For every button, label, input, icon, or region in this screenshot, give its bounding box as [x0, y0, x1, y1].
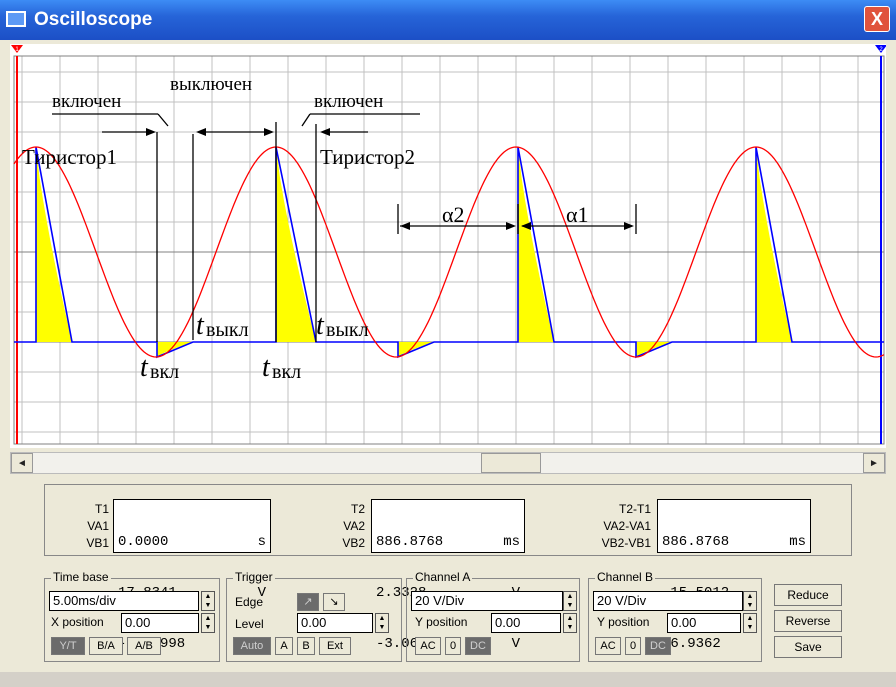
- title-bar[interactable]: Oscilloscope X: [0, 0, 896, 40]
- measure-labels-3: T2-T1 VA2-VA1 VB2-VB1: [565, 501, 651, 552]
- scope-plot: 1 2 включен выключен включен Тиристор1 Т…: [10, 44, 886, 448]
- label-alpha1: α1: [566, 202, 589, 227]
- channel-b-ypos-input[interactable]: 0.00: [667, 613, 741, 633]
- close-button[interactable]: X: [864, 6, 890, 32]
- channel-a-title: Channel A: [413, 570, 473, 584]
- label-on1: включен: [52, 91, 121, 112]
- edge-label: Edge: [235, 595, 264, 609]
- window-title: Oscilloscope: [34, 9, 153, 30]
- label-off: выключен: [170, 74, 252, 95]
- reverse-button[interactable]: Reverse: [774, 610, 842, 632]
- scope-background: [10, 44, 886, 448]
- trigger-group: Trigger Edge ↗ ↘ Level 0.00 ▲ ▼ Auto A B …: [226, 570, 402, 662]
- window-icon: [6, 11, 26, 27]
- label-vb2-vb1: VB2-VB1: [601, 536, 651, 550]
- label-ton1-t: t: [140, 352, 149, 383]
- label-on2: включен: [314, 91, 383, 112]
- channel-a-scale-select[interactable]: 20 V/Div: [411, 591, 563, 611]
- label-t1: T1: [94, 502, 109, 516]
- channel-a-ypos-label: Y position: [415, 615, 468, 629]
- xposition-label: X position: [51, 615, 104, 629]
- trigger-a-button[interactable]: A: [275, 637, 293, 655]
- falling-edge-icon[interactable]: ↘: [323, 593, 345, 611]
- trigger-ext-button[interactable]: Ext: [319, 637, 351, 655]
- save-button[interactable]: Save: [774, 636, 842, 658]
- timebase-title: Time base: [51, 570, 111, 584]
- reduce-button[interactable]: Reduce: [774, 584, 842, 606]
- channel-b-dc-button[interactable]: DC: [645, 637, 671, 655]
- channel-b-title: Channel B: [595, 570, 656, 584]
- level-label: Level: [235, 617, 264, 631]
- label-t2: T2: [350, 502, 365, 516]
- channel-b-scale-select[interactable]: 20 V/Div: [593, 591, 743, 611]
- timebase-group: Time base 5.00ms/div ▲ ▼ X position 0.00 …: [44, 570, 220, 662]
- measure-values-2: 886.8768ms 2.3328V -3.0637V: [371, 499, 525, 652]
- scope-display: 1 2 включен выключен включен Тиристор1 Т…: [10, 44, 886, 448]
- scroll-right-arrow-icon[interactable]: ►: [863, 453, 885, 473]
- level-spinner-icon[interactable]: ▲ ▼: [375, 613, 389, 633]
- label-va1: VA1: [87, 519, 109, 533]
- trigger-auto-button[interactable]: Auto: [233, 637, 271, 655]
- channel-a-ac-button[interactable]: AC: [415, 637, 441, 655]
- label-t2-t1: T2-T1: [618, 502, 651, 516]
- label-alpha2: α2: [442, 202, 465, 227]
- trigger-title: Trigger: [233, 570, 275, 584]
- channel-a-scale-spinner-icon[interactable]: ▲ ▼: [563, 591, 577, 611]
- scroll-thumb[interactable]: [481, 453, 541, 473]
- timebase-spinner-icon[interactable]: ▲ ▼: [201, 591, 215, 611]
- mode-yt-button[interactable]: Y/T: [51, 637, 85, 655]
- label-toff2-t: t: [316, 310, 325, 341]
- channel-b-scale-spinner-icon[interactable]: ▲ ▼: [743, 591, 757, 611]
- measurement-panel: T1 VA1 VB1 0.0000s 17.8341V -29.9998V T2…: [44, 484, 852, 652]
- xposition-spinner-icon[interactable]: ▲ ▼: [201, 613, 215, 633]
- label-toff2-sub: выкл: [326, 319, 369, 341]
- channel-b-group: Channel B 20 V/Div ▲ ▼ Y position 0.00 ▲ ▼…: [588, 570, 762, 662]
- measure-labels-1: T1 VA1 VB1: [65, 501, 109, 552]
- label-thyristor2: Тиристор2: [320, 145, 415, 169]
- label-ton2-sub: вкл: [272, 361, 301, 383]
- horizontal-scrollbar[interactable]: ◄ ►: [10, 452, 886, 474]
- label-toff1-t: t: [196, 310, 205, 341]
- channel-b-ac-button[interactable]: AC: [595, 637, 621, 655]
- timebase-select[interactable]: 5.00ms/div: [49, 591, 199, 611]
- label-va2: VA2: [343, 519, 365, 533]
- label-toff1-sub: выкл: [206, 319, 249, 341]
- channel-a-ypos-input[interactable]: 0.00: [491, 613, 561, 633]
- label-thyristor1: Тиристор1: [22, 145, 117, 169]
- level-input[interactable]: 0.00: [297, 613, 373, 633]
- scroll-left-arrow-icon[interactable]: ◄: [11, 453, 33, 473]
- mode-ab-button[interactable]: A/B: [127, 637, 161, 655]
- channel-b-zero-button[interactable]: 0: [625, 637, 641, 655]
- label-ton2-t: t: [262, 352, 271, 383]
- channel-a-group: Channel A 20 V/Div ▲ ▼ Y position 0.00 ▲ ▼…: [406, 570, 580, 662]
- trigger-b-button[interactable]: B: [297, 637, 315, 655]
- channel-b-ypos-spinner-icon[interactable]: ▲ ▼: [743, 613, 757, 633]
- measure-values-3: 886.8768ms -15.5012V 26.9362V: [657, 499, 811, 652]
- measure-labels-2: T2 VA2 VB2: [321, 501, 365, 552]
- label-va2-va1: VA2-VA1: [603, 519, 651, 533]
- oscilloscope-window: Oscilloscope X 1 2 включен выключен вклю…: [0, 0, 896, 672]
- channel-a-dc-button[interactable]: DC: [465, 637, 491, 655]
- measure-values-1: 0.0000s 17.8341V -29.9998V: [113, 499, 271, 652]
- rising-edge-icon[interactable]: ↗: [297, 593, 319, 611]
- label-ton1-sub: вкл: [150, 361, 179, 383]
- channel-a-ypos-spinner-icon[interactable]: ▲ ▼: [563, 613, 577, 633]
- label-vb1: VB1: [86, 536, 109, 550]
- xposition-input[interactable]: 0.00: [121, 613, 199, 633]
- label-vb2: VB2: [342, 536, 365, 550]
- channel-b-ypos-label: Y position: [597, 615, 650, 629]
- mode-ba-button[interactable]: B/A: [89, 637, 123, 655]
- channel-a-zero-button[interactable]: 0: [445, 637, 461, 655]
